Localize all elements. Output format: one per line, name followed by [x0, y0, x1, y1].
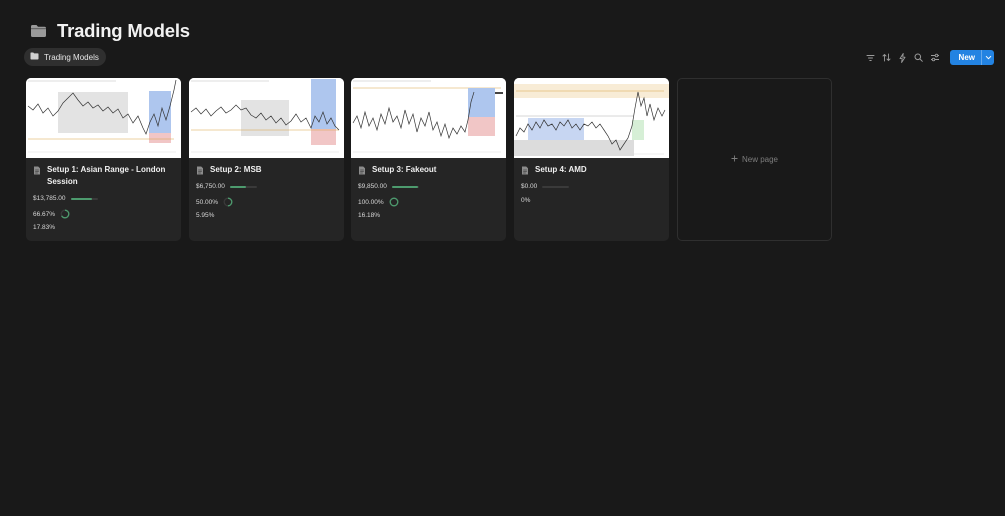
new-page-label: New page: [741, 155, 779, 164]
progress-ring-icon: [389, 197, 399, 207]
amount-value: $13,785.00: [33, 195, 66, 202]
percent-value: 16.18%: [358, 212, 381, 219]
card-setup-3[interactable]: Setup 3: Fakeout $9,850.00 100.00% 16.18…: [351, 78, 506, 241]
win-rate-property: 0%: [521, 197, 530, 204]
settings-sliders-icon[interactable]: [930, 51, 940, 65]
amount-progress-bar: [70, 197, 98, 200]
card-setup-2[interactable]: Setup 2: MSB $6,750.00 50.00% 5.95%: [189, 78, 344, 241]
document-icon: [521, 166, 529, 179]
amount-value: $9,850.00: [358, 183, 387, 190]
document-icon: [33, 166, 41, 179]
card-title-text: Setup 2: MSB: [210, 165, 262, 174]
amount-property: $13,785.00: [33, 195, 98, 202]
chart-thumbnail: [351, 78, 506, 158]
win-rate-property: 50.00%: [196, 197, 233, 207]
document-icon: [358, 166, 366, 179]
amount-progress-fill: [70, 197, 93, 200]
percent-property: 17.83%: [33, 224, 55, 231]
amount-property: $6,750.00: [196, 183, 257, 190]
amount-progress-fill: [229, 185, 247, 188]
plus-icon: [731, 155, 738, 164]
percent-value: 17.83%: [33, 224, 56, 231]
lightning-icon[interactable]: [898, 51, 908, 65]
view-tab-label: Trading Models: [44, 52, 99, 62]
progress-ring-icon: [223, 197, 233, 207]
card-title[interactable]: Setup 2: MSB: [196, 164, 336, 176]
percent-property: 5.95%: [196, 212, 214, 219]
amount-property: $0.00: [521, 183, 570, 190]
new-page-button[interactable]: New page: [677, 78, 832, 241]
amount-progress-fill: [391, 185, 418, 188]
win-rate-value: 66.67%: [33, 210, 56, 218]
new-button[interactable]: New: [949, 50, 994, 65]
filter-icon[interactable]: [866, 51, 876, 65]
win-rate-property: 66.67%: [33, 209, 70, 219]
percent-value: 5.95%: [196, 212, 215, 219]
view-tab[interactable]: Trading Models: [24, 48, 106, 66]
card-title-text: Setup 1: Asian Range - London Session: [47, 165, 166, 186]
amount-progress-bar: [391, 185, 419, 188]
card-setup-4[interactable]: Setup 4: AMD $0.00 0%: [514, 78, 669, 241]
win-rate-value: 50.00%: [196, 198, 219, 206]
new-button-label[interactable]: New: [950, 50, 981, 65]
amount-progress-bar: [229, 185, 257, 188]
win-rate-property: 100.00%: [358, 197, 399, 207]
document-icon: [196, 166, 204, 179]
card-title[interactable]: Setup 3: Fakeout: [358, 164, 498, 176]
folder-icon: [30, 24, 47, 38]
folder-icon: [30, 52, 39, 62]
chart-thumbnail: [26, 78, 181, 158]
progress-ring-icon: [60, 209, 70, 219]
progress-ring-fill: [389, 197, 399, 207]
chevron-down-icon[interactable]: [981, 50, 994, 65]
amount-value: $0.00: [521, 183, 538, 190]
toolbar: New: [866, 50, 994, 65]
card-title-text: Setup 4: AMD: [535, 165, 587, 174]
win-rate-value: 100.00%: [358, 198, 384, 206]
page-title: Trading Models: [30, 20, 190, 42]
amount-property: $9,850.00: [358, 183, 419, 190]
search-icon[interactable]: [914, 51, 924, 65]
card-setup-1[interactable]: Setup 1: Asian Range - London Session $1…: [26, 78, 181, 241]
amount-progress-bar: [542, 185, 570, 188]
card-title[interactable]: Setup 1: Asian Range - London Session: [33, 164, 173, 188]
percent-property: 16.18%: [358, 212, 380, 219]
page-title-text: Trading Models: [57, 20, 190, 41]
chart-thumbnail: [189, 78, 344, 158]
amount-value: $6,750.00: [196, 183, 225, 190]
sort-icon[interactable]: [882, 51, 892, 65]
chart-thumbnail: [514, 78, 669, 158]
win-rate-value: 0%: [521, 197, 531, 204]
card-title[interactable]: Setup 4: AMD: [521, 164, 661, 176]
card-title-text: Setup 3: Fakeout: [372, 165, 437, 174]
